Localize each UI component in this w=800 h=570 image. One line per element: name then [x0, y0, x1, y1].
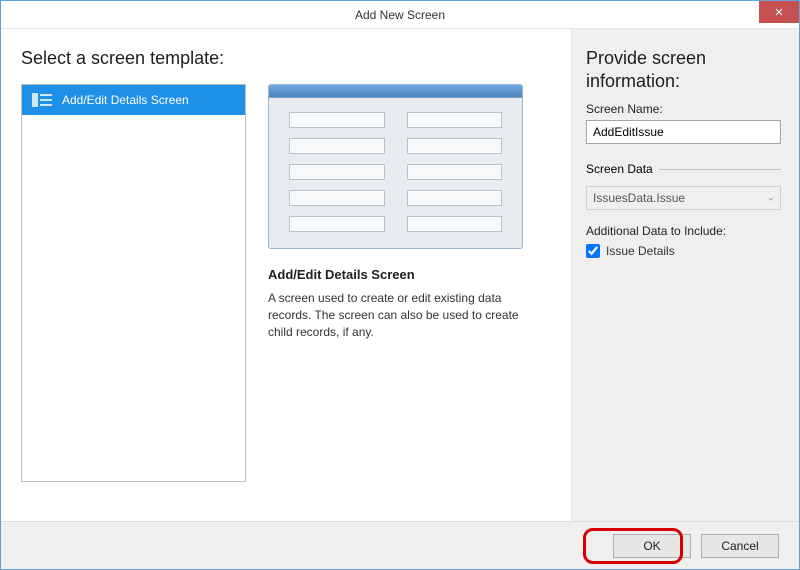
template-list[interactable]: Add/Edit Details Screen — [21, 84, 246, 482]
screen-data-group: Screen Data IssuesData.Issue ⌄ Additiona… — [586, 162, 781, 258]
screen-data-group-header: Screen Data — [586, 162, 781, 176]
details-screen-icon — [32, 93, 52, 107]
screen-name-input[interactable] — [586, 120, 781, 144]
info-pane: Provide screen information: Screen Name:… — [571, 29, 799, 521]
preview-field — [289, 164, 385, 180]
preview-field — [407, 138, 503, 154]
close-button[interactable]: ✕ — [759, 1, 799, 23]
issue-details-label: Issue Details — [606, 244, 675, 258]
preview-field — [289, 216, 385, 232]
preview-header — [269, 85, 522, 98]
window-title: Add New Screen — [355, 8, 445, 22]
group-divider — [659, 169, 781, 170]
template-preview-column: Add/Edit Details Screen A screen used to… — [268, 84, 551, 482]
preview-grid — [269, 98, 522, 248]
template-preview — [268, 84, 523, 249]
preview-field — [407, 164, 503, 180]
preview-field — [407, 190, 503, 206]
titlebar: Add New Screen ✕ — [1, 1, 799, 29]
additional-item-issue-details[interactable]: Issue Details — [586, 244, 781, 258]
issue-details-checkbox[interactable] — [586, 244, 600, 258]
preview-field — [289, 190, 385, 206]
screen-data-select[interactable]: IssuesData.Issue ⌄ — [586, 186, 781, 210]
add-new-screen-dialog: Add New Screen ✕ Select a screen templat… — [0, 0, 800, 570]
dialog-content: Select a screen template: Add/Edit Detai… — [1, 29, 799, 521]
template-item-label: Add/Edit Details Screen — [62, 93, 189, 107]
template-row: Add/Edit Details Screen — [21, 84, 551, 482]
template-pane: Select a screen template: Add/Edit Detai… — [1, 29, 571, 521]
cancel-button[interactable]: Cancel — [701, 534, 779, 558]
additional-data-label: Additional Data to Include: — [586, 224, 781, 238]
template-item-add-edit-details[interactable]: Add/Edit Details Screen — [22, 85, 245, 115]
screen-data-group-label: Screen Data — [586, 162, 653, 176]
ok-button[interactable]: OK — [613, 534, 691, 558]
preview-field — [407, 216, 503, 232]
preview-description: A screen used to create or edit existing… — [268, 290, 523, 342]
info-heading: Provide screen information: — [586, 47, 781, 92]
close-icon: ✕ — [774, 6, 783, 19]
template-heading: Select a screen template: — [21, 47, 551, 70]
preview-field — [407, 112, 503, 128]
preview-field — [289, 112, 385, 128]
screen-data-value: IssuesData.Issue — [586, 186, 781, 210]
screen-name-label: Screen Name: — [586, 102, 781, 116]
dialog-footer: OK Cancel — [1, 521, 799, 569]
preview-title: Add/Edit Details Screen — [268, 267, 415, 282]
preview-field — [289, 138, 385, 154]
